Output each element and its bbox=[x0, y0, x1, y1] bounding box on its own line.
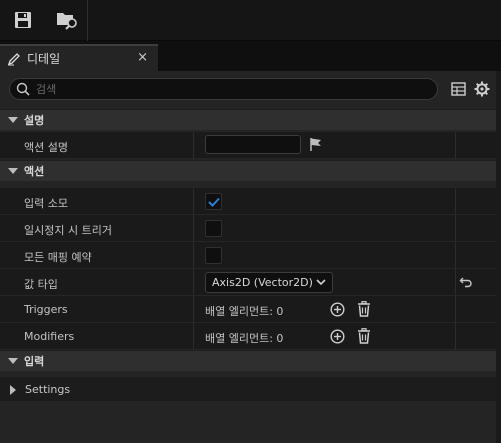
expand-arrow-icon bbox=[8, 168, 18, 174]
row-consume-input: 입력 소모 bbox=[0, 187, 496, 215]
flag-icon[interactable] bbox=[309, 137, 323, 152]
row-reserve-all-mappings: 모든 매핑 예약 bbox=[0, 241, 496, 269]
triggers-array-count: 배열 엘리먼트: 0 bbox=[205, 305, 284, 318]
value-type-dropdown[interactable]: Axis2D (Vector2D) bbox=[205, 272, 333, 293]
row-triggers: Triggers 배열 엘리먼트: 0 bbox=[0, 295, 496, 323]
details-panel: 설명 액션 설명 액션 입력 소모 일시정지 시 트리거 모든 매핑 예약 bbox=[0, 71, 501, 443]
toolbar bbox=[0, 0, 501, 41]
consume-input-label: 입력 소모 bbox=[24, 197, 68, 210]
section-settings-label: Settings bbox=[25, 383, 71, 396]
section-action-header[interactable]: 액션 bbox=[0, 160, 496, 181]
action-description-input[interactable] bbox=[205, 135, 301, 154]
column-divider bbox=[193, 296, 194, 323]
column-divider bbox=[455, 269, 456, 296]
property-matrix-button[interactable] bbox=[449, 80, 467, 98]
tab-details[interactable]: 디테일 × bbox=[0, 44, 158, 71]
trash-icon[interactable] bbox=[357, 328, 371, 344]
tab-details-label: 디테일 bbox=[27, 52, 61, 66]
search-box[interactable] bbox=[9, 78, 438, 100]
section-description-label: 설명 bbox=[24, 114, 45, 127]
column-divider bbox=[193, 188, 194, 215]
modifiers-array-count: 배열 엘리먼트: 0 bbox=[205, 332, 284, 345]
table-icon bbox=[450, 82, 466, 96]
column-divider bbox=[455, 242, 456, 269]
column-divider bbox=[455, 188, 456, 215]
modifiers-label: Modifiers bbox=[24, 330, 75, 343]
column-divider bbox=[455, 296, 456, 323]
save-button[interactable] bbox=[7, 5, 39, 35]
browse-folder-icon bbox=[57, 13, 77, 30]
expand-arrow-icon bbox=[8, 358, 18, 364]
gear-icon bbox=[474, 81, 490, 97]
section-settings-header[interactable]: Settings bbox=[0, 377, 496, 401]
collapsed-arrow-icon bbox=[10, 384, 16, 395]
trigger-when-paused-label: 일시정지 시 트리거 bbox=[24, 224, 112, 237]
browse-button[interactable] bbox=[51, 5, 83, 35]
trash-icon[interactable] bbox=[357, 301, 371, 317]
section-input-label: 입력 bbox=[24, 355, 45, 368]
column-divider bbox=[193, 323, 194, 350]
value-type-label: 값 타입 bbox=[24, 278, 58, 291]
save-icon bbox=[15, 12, 31, 28]
reset-to-default-icon[interactable] bbox=[459, 275, 473, 289]
column-divider bbox=[455, 323, 456, 350]
consume-input-checkbox[interactable] bbox=[205, 193, 222, 210]
checkmark-icon bbox=[207, 197, 220, 207]
reserve-all-mappings-checkbox[interactable] bbox=[205, 247, 222, 264]
column-divider bbox=[193, 242, 194, 269]
toolbar-separator bbox=[87, 0, 88, 41]
section-input-header[interactable]: 입력 bbox=[0, 350, 496, 371]
row-action-description: 액션 설명 bbox=[0, 131, 496, 159]
column-divider bbox=[455, 215, 456, 242]
column-divider bbox=[193, 132, 194, 159]
column-divider bbox=[193, 269, 194, 296]
scrollbar[interactable] bbox=[496, 71, 501, 443]
search-icon bbox=[16, 82, 30, 96]
row-modifiers: Modifiers 배열 엘리먼트: 0 bbox=[0, 322, 496, 350]
chevron-down-icon bbox=[316, 279, 326, 286]
action-description-label: 액션 설명 bbox=[24, 141, 68, 154]
settings-button[interactable] bbox=[473, 80, 491, 98]
add-element-icon[interactable] bbox=[330, 302, 345, 317]
search-row bbox=[0, 71, 501, 108]
tab-close-button[interactable]: × bbox=[137, 50, 148, 65]
section-description-header[interactable]: 설명 bbox=[0, 109, 496, 130]
value-type-selected: Axis2D (Vector2D) bbox=[212, 276, 313, 289]
search-input[interactable] bbox=[36, 82, 416, 96]
tab-strip: 디테일 × bbox=[0, 41, 501, 71]
row-trigger-when-paused: 일시정지 시 트리거 bbox=[0, 214, 496, 242]
section-action-label: 액션 bbox=[24, 165, 45, 178]
expand-arrow-icon bbox=[8, 117, 18, 123]
row-value-type: 값 타입 Axis2D (Vector2D) bbox=[0, 268, 496, 296]
reserve-all-mappings-label: 모든 매핑 예약 bbox=[24, 251, 92, 264]
triggers-label: Triggers bbox=[24, 303, 68, 316]
add-element-icon[interactable] bbox=[330, 329, 345, 344]
column-divider bbox=[455, 132, 456, 159]
pencil-icon bbox=[7, 52, 20, 65]
column-divider bbox=[193, 215, 194, 242]
trigger-when-paused-checkbox[interactable] bbox=[205, 220, 222, 237]
